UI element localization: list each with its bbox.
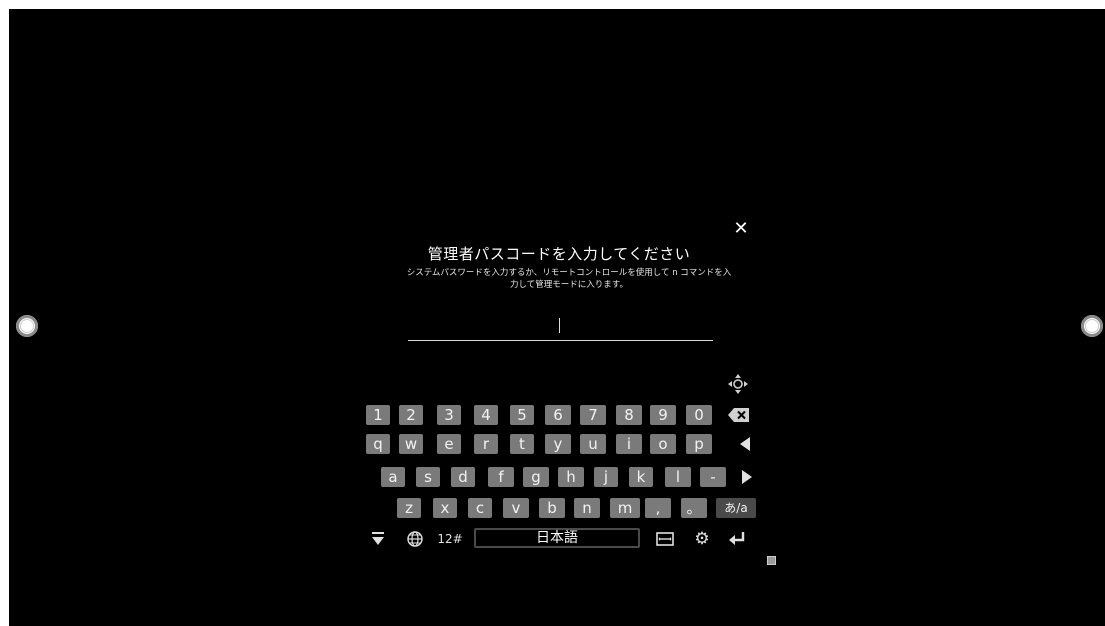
key-o[interactable]: o [650,434,676,454]
arrow-right-icon[interactable] [737,467,757,487]
text-caret [559,318,560,333]
key-b[interactable]: b [539,498,565,518]
key-t[interactable]: t [510,434,534,454]
key-n[interactable]: n [574,498,600,518]
screen: ✕ 管理者パスコードを入力してください システムパスワードを入力するか、リモート… [9,9,1105,626]
key-l[interactable]: l [665,467,691,487]
key-y[interactable]: y [545,434,571,454]
key-j[interactable]: j [594,467,618,487]
kana-toggle-key[interactable]: あ/a [716,498,756,518]
key-r[interactable]: r [474,434,498,454]
resize-icon[interactable] [767,556,776,565]
key-3[interactable]: 3 [437,405,461,425]
passcode-field[interactable] [408,314,717,342]
key-f[interactable]: f [488,467,514,487]
key-a[interactable]: a [381,467,405,487]
key-h[interactable]: h [558,467,584,487]
right-side-handle[interactable] [1081,315,1103,337]
key-comma[interactable]: , [645,498,671,518]
key-i[interactable]: i [616,434,642,454]
key-v[interactable]: v [503,498,529,518]
key-m[interactable]: m [610,498,640,518]
move-icon[interactable] [727,373,749,395]
key-u[interactable]: u [580,434,606,454]
dialog-title: 管理者パスコードを入力してください [427,245,691,263]
key-z[interactable]: z [397,498,421,518]
symbols-key[interactable]: 12# [436,529,464,549]
key-hyphen[interactable]: - [700,467,726,487]
key-x[interactable]: x [433,498,457,518]
key-9[interactable]: 9 [650,405,676,425]
key-p[interactable]: p [686,434,712,454]
key-5[interactable]: 5 [510,405,534,425]
dialog-description: システムパスワードを入力するか、リモートコントロールを使用して n コマンドを入… [406,268,732,290]
key-e[interactable]: e [437,434,461,454]
key-d[interactable]: d [451,467,475,487]
hide-keyboard-icon[interactable] [369,529,387,549]
key-2[interactable]: 2 [399,405,423,425]
key-6[interactable]: 6 [545,405,571,425]
backspace-icon[interactable] [725,405,753,425]
passcode-input[interactable] [408,314,717,342]
key-w[interactable]: w [399,434,423,454]
space-key[interactable]: 日本語 [474,528,640,548]
enter-icon[interactable] [726,529,748,549]
globe-icon[interactable] [405,529,425,549]
cursor-mode-icon[interactable] [654,529,676,549]
arrow-left-icon[interactable] [735,434,755,454]
key-8[interactable]: 8 [616,405,642,425]
left-side-handle[interactable] [16,315,38,337]
key-s[interactable]: s [416,467,440,487]
close-icon[interactable]: ✕ [730,218,752,240]
key-g[interactable]: g [523,467,549,487]
key-0[interactable]: 0 [686,405,712,425]
key-q[interactable]: q [366,434,390,454]
key-1[interactable]: 1 [366,405,390,425]
key-k[interactable]: k [629,467,653,487]
gear-icon[interactable]: ⚙ [692,529,712,549]
key-7[interactable]: 7 [580,405,606,425]
key-4[interactable]: 4 [474,405,498,425]
key-c[interactable]: c [468,498,492,518]
key-period[interactable]: 。 [681,498,707,518]
